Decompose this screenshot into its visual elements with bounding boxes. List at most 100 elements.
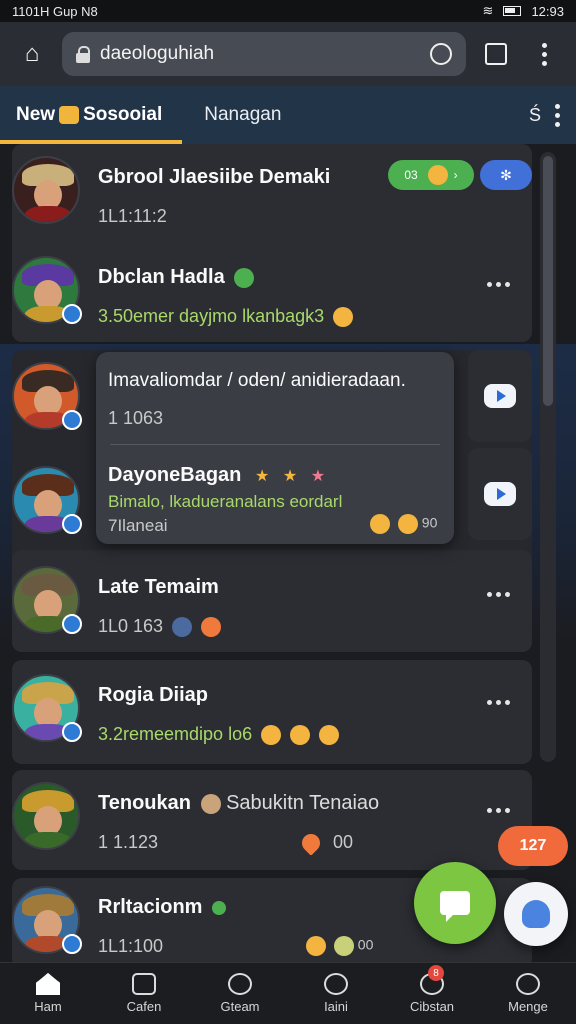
battery-icon bbox=[503, 6, 522, 16]
scrollbar-thumb[interactable] bbox=[543, 156, 553, 406]
clover-icon bbox=[234, 267, 255, 288]
unread-count-badge[interactable]: 127 bbox=[498, 826, 568, 866]
avatar bbox=[12, 782, 80, 850]
face-icon bbox=[200, 793, 221, 814]
more-options-icon[interactable] bbox=[487, 808, 510, 813]
more-vert-icon bbox=[541, 42, 547, 66]
nav-label: Menge bbox=[508, 999, 548, 1014]
message-time: 1 1063 bbox=[108, 408, 164, 428]
tabs-icon bbox=[485, 43, 507, 65]
scrollbar[interactable] bbox=[540, 152, 556, 762]
tab-new-social[interactable]: New Sosooial bbox=[0, 86, 183, 144]
pumpkin-icon bbox=[201, 617, 222, 638]
play-icon bbox=[484, 384, 516, 408]
new-message-button[interactable] bbox=[414, 862, 496, 944]
emoji-icon bbox=[333, 307, 354, 328]
chevron-icon: › bbox=[453, 168, 458, 182]
contacts-button[interactable] bbox=[504, 882, 568, 946]
nav-profile[interactable]: Menge bbox=[480, 963, 576, 1024]
globe-icon bbox=[172, 617, 193, 638]
nav-alerts[interactable]: 8 Cibstan bbox=[384, 963, 480, 1024]
message-time: 1 1.123 bbox=[98, 832, 159, 852]
lock-icon bbox=[76, 46, 90, 63]
message-preview: Bimalo, lkadueranalans eordarl bbox=[108, 492, 343, 511]
emoji-icon bbox=[290, 725, 311, 746]
camera-icon bbox=[228, 973, 252, 995]
wifi-icon: ≋ bbox=[482, 3, 494, 18]
nav-camera[interactable]: Gteam bbox=[192, 963, 288, 1024]
emoji-icon bbox=[397, 514, 418, 534]
nav-search[interactable]: Iaini bbox=[288, 963, 384, 1024]
tab-label-suffix: Sosooial bbox=[83, 104, 163, 125]
reload-icon[interactable] bbox=[430, 43, 452, 65]
contact-name: Imavaliomdar / oden/ anidieradaan. bbox=[108, 370, 406, 391]
smile-emoji-icon bbox=[427, 165, 448, 185]
status-left-text: 1101H Gup N8 bbox=[12, 3, 98, 19]
list-item[interactable]: Dbclan Hadla 3.50emer dayjmo lkanbagk3 bbox=[0, 244, 540, 348]
home-icon bbox=[36, 973, 60, 995]
list-item[interactable]: Rogia Diiap 3.2remeemdipo lo6 bbox=[0, 662, 540, 766]
nav-label: Cafen bbox=[126, 999, 162, 1014]
more-options-icon[interactable] bbox=[487, 592, 510, 597]
message-preview: 3.2remeemdipo lo6 bbox=[98, 724, 340, 746]
conversation-list[interactable]: Gbrool Jlaesiibe Demaki 1L1:11:2 03 › ✻ … bbox=[0, 144, 576, 962]
address-bar[interactable]: daeologuhiah bbox=[62, 32, 466, 76]
url-text: daeologuhiah bbox=[100, 43, 215, 64]
nav-label: Gteam bbox=[220, 999, 260, 1014]
tab-nanagan[interactable]: Nanagan bbox=[204, 86, 281, 144]
home-icon: ⌂ bbox=[24, 40, 40, 67]
contact-subtitle: Sabukitn Tenaiao bbox=[226, 792, 380, 814]
contact-name-text: Dbclan Hadla bbox=[98, 266, 225, 288]
avatar-body bbox=[24, 206, 72, 222]
more-options-icon[interactable] bbox=[487, 282, 510, 287]
list-item[interactable]: Gbrool Jlaesiibe Demaki 1L1:11:2 03 › ✻ bbox=[0, 144, 540, 248]
notification-badge: 8 bbox=[428, 965, 444, 981]
heart-icon bbox=[298, 830, 324, 856]
contact-name: Dbclan Hadla bbox=[98, 266, 255, 289]
reactions: 90 bbox=[366, 514, 437, 534]
settings-pill[interactable]: ✻ bbox=[480, 160, 532, 190]
list-item[interactable]: Late Temaim 1L0 163 bbox=[0, 554, 540, 658]
tab-tail: Ś bbox=[529, 103, 560, 127]
browser-menu-button[interactable] bbox=[526, 36, 562, 72]
message-time: 1L1:11:2 bbox=[98, 206, 167, 226]
emoji-icon bbox=[59, 106, 80, 124]
avatar-body bbox=[24, 832, 72, 848]
tab-bar: New Sosooial Nanagan Ś bbox=[0, 86, 576, 144]
tabs-button[interactable] bbox=[478, 36, 514, 72]
status-right: ≋ 12:93 bbox=[483, 3, 564, 19]
status-bar: 1101H Gup N8 ≋ 12:93 bbox=[0, 0, 576, 22]
compose-icon bbox=[132, 973, 156, 995]
video-call-button[interactable] bbox=[468, 350, 532, 442]
emoji-icon bbox=[261, 725, 282, 746]
message-time: 1L1:100 bbox=[98, 936, 164, 956]
reaction-count: 03 bbox=[404, 168, 418, 182]
more-options-icon[interactable] bbox=[487, 700, 510, 705]
emoji-icon bbox=[319, 725, 340, 746]
nav-compose[interactable]: Cafen bbox=[96, 963, 192, 1024]
nav-label: Ham bbox=[34, 999, 62, 1014]
contact-name-text: Tenoukan bbox=[98, 792, 191, 814]
verified-badge-icon bbox=[62, 410, 82, 430]
contact-name: Gbrool Jlaesiibe Demaki bbox=[98, 166, 331, 188]
video-call-button[interactable] bbox=[468, 448, 532, 540]
chat-bubble-icon bbox=[440, 891, 470, 922]
person-icon bbox=[522, 900, 550, 928]
message-preview: 3.50emer dayjmo lkanbagk3 bbox=[98, 306, 354, 328]
contact-name: DayoneBagan ★ ★ ★ bbox=[108, 464, 325, 487]
reaction-count: 90 bbox=[421, 514, 438, 531]
emoji-icon bbox=[306, 936, 326, 956]
bottom-navigation: Ham Cafen Gteam Iaini 8 Cibstan Menge bbox=[0, 962, 576, 1024]
star-icon: ★ bbox=[254, 468, 270, 485]
nav-home[interactable]: Ham bbox=[0, 963, 96, 1024]
reaction-count: 00 bbox=[357, 936, 374, 953]
message-preview-popup[interactable]: Imavaliomdar / oden/ anidieradaan. 1 106… bbox=[96, 352, 454, 544]
tabs-more-icon[interactable] bbox=[555, 103, 560, 127]
tab-tail-text[interactable]: Ś bbox=[529, 105, 541, 126]
list-item[interactable]: Tenoukan Sabukitn Tenaiao 1 1.123 00 bbox=[0, 770, 540, 874]
nav-label: Iaini bbox=[324, 999, 348, 1014]
star-icon: ★ bbox=[282, 468, 298, 485]
home-button[interactable]: ⌂ bbox=[14, 36, 50, 72]
play-icon bbox=[484, 482, 516, 506]
reaction-pill[interactable]: 03 › bbox=[388, 160, 474, 190]
